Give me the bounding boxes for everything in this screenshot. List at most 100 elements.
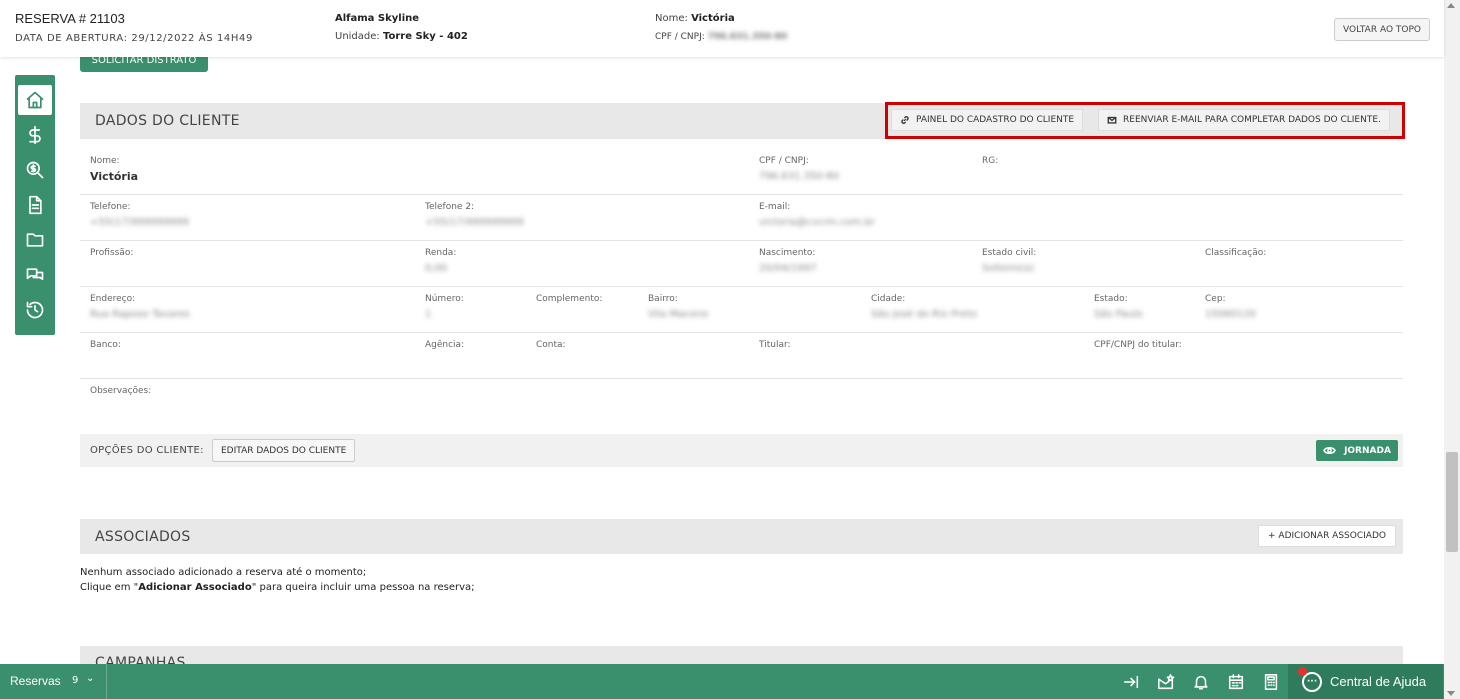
- calendar-icon[interactable]: [1225, 671, 1247, 693]
- help-center-button[interactable]: ··· Central de Ajuda: [1288, 664, 1443, 699]
- reservation-header: RESERVA # 21103 DATA DE ABERTURA: 29/12/…: [0, 0, 1444, 57]
- field-label-marital: Estado civil:: [982, 248, 1037, 258]
- page: RESERVA # 21103 DATA DE ABERTURA: 29/12/…: [0, 0, 1460, 699]
- field-value-state: São Paulo: [1094, 309, 1143, 320]
- client-cpf-info: CPF / CNPJ: 796.631.350-80: [655, 32, 787, 42]
- client-row-5: Banco: Agência: Conta: Titular: CPF/CNPJ…: [80, 334, 1403, 379]
- client-row-6: Observações:: [80, 380, 1403, 420]
- field-value-city: São José do Rio Preto: [871, 309, 977, 320]
- client-name-info: Nome: Victória: [655, 13, 735, 24]
- client-options-bar: OPÇÕES DO CLIENTE: EDITAR DADOS DO CLIEN…: [80, 434, 1403, 467]
- field-label-holder: Titular:: [759, 340, 791, 350]
- field-label-phone2: Telefone 2:: [425, 202, 475, 212]
- field-label-agency: Agência:: [425, 340, 465, 350]
- cpf-value: 796.631.350-80: [707, 32, 788, 42]
- field-value-number: 1: [425, 309, 432, 320]
- field-label-complement: Complemento:: [536, 294, 603, 304]
- cpf-label: CPF / CNPJ:: [655, 32, 705, 42]
- associates-section-header: ASSOCIADOS: [80, 519, 1403, 554]
- client-panel-button[interactable]: PAINEL DO CADASTRO DO CLIENTE: [891, 109, 1084, 131]
- name-value: Victória: [691, 13, 735, 24]
- field-value-cpf: 796.631.350-80: [759, 171, 839, 182]
- scroll-up-arrow[interactable]: [1447, 3, 1455, 8]
- hint-post: " para queira incluir uma pessoa na rese…: [251, 582, 475, 593]
- field-value-marital: Solteiro(a): [982, 263, 1035, 274]
- client-section-title: DADOS DO CLIENTE: [95, 113, 240, 129]
- field-label-rg: RG:: [982, 156, 999, 166]
- document-icon[interactable]: [15, 190, 55, 220]
- field-label-birth: Nascimento:: [759, 248, 816, 258]
- add-associate-button[interactable]: + ADICIONAR ASSOCIADO: [1258, 525, 1396, 547]
- link-icon: [901, 116, 909, 124]
- resend-email-button[interactable]: REENVIAR E-MAIL PARA COMPLETAR DADOS DO …: [1098, 109, 1390, 131]
- arrow-to-right-icon[interactable]: [1120, 671, 1142, 693]
- reservation-title: RESERVA # 21103: [15, 11, 125, 26]
- field-label-bank: Banco:: [90, 340, 121, 350]
- bell-icon[interactable]: [1190, 671, 1212, 693]
- field-label-number: Número:: [425, 294, 464, 304]
- field-label-state: Estado:: [1094, 294, 1128, 304]
- mail-star-icon[interactable]: [1155, 671, 1177, 693]
- field-value-phone2: +55(17)999999999: [425, 217, 524, 228]
- field-label-profession: Profissão:: [90, 248, 134, 258]
- field-value-zip: 15060120: [1205, 309, 1256, 320]
- dollar-icon[interactable]: [15, 120, 55, 150]
- hint-bold: Adicionar Associado: [138, 582, 252, 593]
- field-label-district: Bairro:: [648, 294, 678, 304]
- reservations-count: 9: [72, 675, 79, 686]
- chat-icon[interactable]: [15, 260, 55, 290]
- client-row-1: Nome: Victória CPF / CNPJ: 796.631.350-8…: [80, 150, 1403, 195]
- chevron-down-icon[interactable]: ⌄: [86, 673, 94, 684]
- field-label-account: Conta:: [536, 340, 566, 350]
- field-label-name: Nome:: [90, 156, 120, 166]
- history-icon[interactable]: [15, 295, 55, 325]
- help-center-label: Central de Ajuda: [1330, 674, 1427, 689]
- enterprise-name: Alfama Skyline: [335, 13, 420, 24]
- associates-empty-hint: Clique em "Adicionar Associado" para que…: [80, 582, 475, 593]
- field-value-income: 0,00: [425, 263, 448, 274]
- reservations-tab-label[interactable]: Reservas: [10, 674, 61, 688]
- field-label-classification: Classificação:: [1205, 248, 1267, 258]
- search-dollar-icon[interactable]: [15, 155, 55, 185]
- unit-value: Torre Sky - 402: [382, 31, 468, 42]
- scroll-down-arrow[interactable]: [1447, 691, 1455, 696]
- hint-pre: Clique em ": [80, 582, 139, 593]
- eye-icon: [1323, 447, 1336, 454]
- field-value-district: Vila Maceno: [648, 309, 709, 320]
- opening-date: DATA DE ABERTURA: 29/12/2022 ÀS 14H49: [15, 33, 253, 44]
- associates-section-title: ASSOCIADOS: [95, 529, 191, 545]
- client-row-3: Profissão: Renda: 0,00 Nascimento: 20/04…: [80, 242, 1403, 287]
- bottom-divider: [106, 664, 107, 699]
- client-panel-label: PAINEL DO CADASTRO DO CLIENTE: [916, 115, 1075, 125]
- field-label-city: Cidade:: [871, 294, 906, 304]
- field-value-name: Victória: [90, 170, 139, 183]
- field-label-phone: Telefone:: [90, 202, 131, 212]
- bottom-bar: Reservas 9 ⌄ ··· Central de Ajuda: [0, 664, 1444, 699]
- field-label-notes: Observações:: [90, 386, 152, 396]
- journey-button[interactable]: JORNADA: [1316, 440, 1398, 461]
- field-label-income: Renda:: [425, 248, 457, 258]
- unit-label: Unidade:: [335, 31, 380, 42]
- field-value-birth: 20/04/1997: [759, 263, 817, 274]
- resend-email-label: REENVIAR E-MAIL PARA COMPLETAR DADOS DO …: [1123, 115, 1381, 125]
- associates-empty-message: Nenhum associado adicionado a reserva at…: [80, 567, 367, 578]
- page-scrollbar[interactable]: [1444, 0, 1460, 699]
- side-navigation: [15, 75, 55, 335]
- client-row-2: Telefone: +55(17)999999999 Telefone 2: +…: [80, 196, 1403, 241]
- field-value-email: victoria@cvcrm.com.br: [759, 217, 876, 228]
- back-to-top-button[interactable]: VOLTAR AO TOPO: [1334, 18, 1430, 41]
- field-label-holder-cpf: CPF/CNPJ do titular:: [1094, 340, 1182, 350]
- field-value-address: Rua Raposo Tavares: [90, 309, 190, 320]
- client-options-label: OPÇÕES DO CLIENTE:: [90, 445, 204, 456]
- unit-info: Unidade: Torre Sky - 402: [335, 31, 468, 42]
- edit-client-button[interactable]: EDITAR DADOS DO CLIENTE: [212, 439, 356, 462]
- journey-label: JORNADA: [1344, 445, 1391, 456]
- home-icon[interactable]: [18, 85, 52, 115]
- name-label: Nome:: [655, 13, 688, 24]
- calculator-icon[interactable]: [1260, 671, 1282, 693]
- scroll-thumb[interactable]: [1446, 452, 1458, 552]
- folder-icon[interactable]: [15, 225, 55, 255]
- client-row-4: Endereço: Rua Raposo Tavares Número: 1 C…: [80, 288, 1403, 333]
- field-value-phone: +55(17)999999999: [90, 217, 189, 228]
- envelope-icon: [1107, 116, 1117, 124]
